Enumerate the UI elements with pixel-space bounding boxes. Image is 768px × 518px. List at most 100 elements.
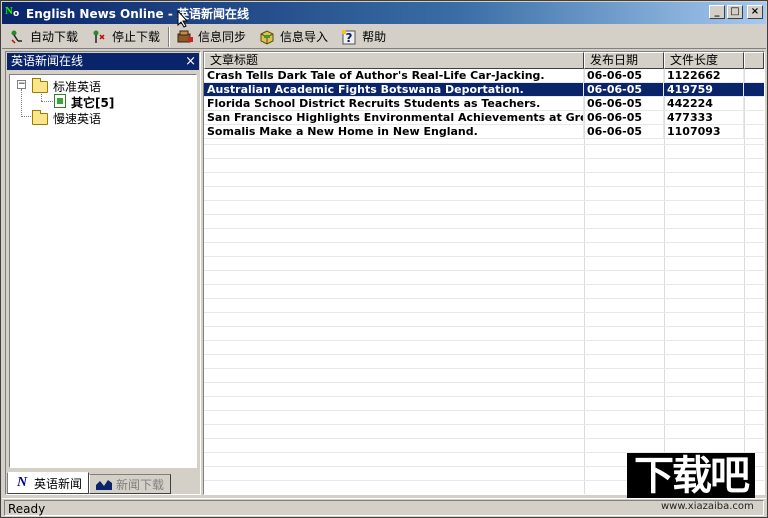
category-tree[interactable]: − 标准英语 其它[5] 慢速英语 (9, 74, 197, 468)
mouse-cursor-icon (177, 10, 189, 28)
close-button[interactable]: × (747, 5, 763, 19)
article-title: Florida School District Recruits Student… (204, 97, 584, 110)
article-date: 06-06-05 (584, 97, 664, 110)
grid-line (204, 144, 764, 145)
news-online-app-icon: No (5, 5, 20, 19)
sync-label: 信息同步 (198, 30, 247, 44)
article-size: 1107093 (664, 125, 744, 138)
stop-download-button[interactable]: 停止下载 (84, 26, 166, 48)
tab-english-news[interactable]: N 英语新闻 (7, 472, 90, 494)
folder-open-icon (32, 78, 48, 93)
category-panel-title: 英语新闻在线 (11, 54, 84, 68)
article-size: 1122662 (664, 69, 744, 82)
grid-line (204, 340, 764, 341)
status-bar: Ready (2, 498, 766, 516)
help-button[interactable]: ? 帮助 (334, 26, 392, 48)
tree-expander[interactable]: − (17, 80, 26, 89)
grid-line (204, 298, 764, 299)
article-date: 06-06-05 (584, 125, 664, 138)
article-date: 06-06-05 (584, 83, 664, 96)
maximize-button[interactable]: □ (727, 5, 743, 19)
help-label: 帮助 (362, 30, 387, 44)
toolbar: 自动下载 停止下载 信息同步 信息导入 ? 帮助 (2, 25, 766, 49)
tree-connector (21, 89, 22, 117)
grid-line (204, 312, 764, 313)
column-header-date[interactable]: 发布日期 (584, 52, 664, 69)
grid-line (204, 228, 764, 229)
article-size: 442224 (664, 97, 744, 110)
svg-text:?: ? (346, 31, 353, 45)
tab-english-news-label: 英语新闻 (34, 476, 83, 491)
panel-tabs: N 英语新闻 新闻下载 (7, 472, 199, 494)
n-logo-icon: N (16, 475, 28, 490)
list-rows: Crash Tells Dark Tale of Author's Real-L… (204, 69, 764, 139)
news-category-icon (54, 94, 66, 108)
table-row[interactable]: Crash Tells Dark Tale of Author's Real-L… (204, 69, 764, 83)
grid-line (204, 354, 764, 355)
grid-line (204, 256, 764, 257)
help-icon: ? (340, 28, 358, 46)
auto-download-button[interactable]: 自动下载 (2, 26, 84, 48)
column-header-size[interactable]: 文件长度 (664, 52, 744, 69)
grid-line (204, 186, 764, 187)
tree-item-slow-english[interactable]: 慢速英语 (53, 110, 101, 127)
table-row-selected[interactable]: Australian Academic Fights Botswana Depo… (204, 83, 764, 97)
window-controls: _ □ × (709, 5, 763, 19)
status-text: Ready (8, 502, 46, 516)
tree-item-standard-english[interactable]: 标准英语 (53, 78, 101, 95)
grid-line (204, 368, 764, 369)
sync-icon (176, 28, 194, 46)
tree-item-other[interactable]: 其它[5] (71, 94, 114, 111)
import-label: 信息导入 (280, 30, 329, 44)
auto-download-label: 自动下载 (30, 30, 79, 44)
grid-line (204, 396, 764, 397)
article-list[interactable]: 文章标题 发布日期 文件长度 Crash Tells Dark Tale of … (203, 51, 765, 495)
article-date: 06-06-05 (584, 69, 664, 82)
title-bar[interactable]: No English News Online - 英语新闻在线 _ □ × (2, 2, 766, 24)
article-title: Australian Academic Fights Botswana Depo… (204, 83, 584, 96)
article-date: 06-06-05 (584, 111, 664, 124)
grid-line (204, 326, 764, 327)
main-window: No English News Online - 英语新闻在线 _ □ × 自动… (0, 0, 768, 518)
category-panel: 英语新闻在线 × − 标准英语 其它[5] 慢速英语 N 英语新闻 新闻下载 (5, 51, 201, 495)
article-title: Somalis Make a New Home in New England. (204, 125, 584, 138)
article-title: Crash Tells Dark Tale of Author's Real-L… (204, 69, 584, 82)
grid-line (204, 242, 764, 243)
download-chart-icon (96, 477, 113, 491)
table-row[interactable]: Somalis Make a New Home in New England. … (204, 125, 764, 139)
grid-line (204, 270, 764, 271)
list-header: 文章标题 发布日期 文件长度 (204, 52, 764, 69)
grid-line (204, 410, 764, 411)
grid-line (204, 424, 764, 425)
tree-connector (41, 101, 53, 102)
tab-news-download-label: 新闻下载 (116, 477, 165, 492)
stop-download-icon (90, 28, 108, 46)
grid-line (204, 438, 764, 439)
table-row[interactable]: Florida School District Recruits Student… (204, 97, 764, 111)
article-size: 419759 (664, 83, 744, 96)
table-row[interactable]: San Francisco Highlights Environmental A… (204, 111, 764, 125)
tree-connector (21, 116, 31, 117)
category-panel-header: 英语新闻在线 × (7, 53, 199, 70)
article-title: San Francisco Highlights Environmental A… (204, 111, 584, 124)
auto-download-icon (8, 28, 26, 46)
import-icon (258, 28, 276, 46)
minimize-button[interactable]: _ (709, 5, 725, 19)
sync-button[interactable]: 信息同步 (170, 26, 252, 48)
grid-line (204, 284, 764, 285)
grid-line (204, 200, 764, 201)
article-size: 477333 (664, 111, 744, 124)
stop-download-label: 停止下载 (112, 30, 161, 44)
grid-line (204, 172, 764, 173)
grid-line (204, 214, 764, 215)
grid-line (204, 158, 764, 159)
watermark-logo: 下载吧 (627, 453, 755, 499)
status-field: Ready (4, 500, 764, 516)
tab-news-download[interactable]: 新闻下载 (89, 474, 172, 494)
import-button[interactable]: 信息导入 (252, 26, 334, 48)
folder-icon (32, 110, 48, 125)
column-header-filler (744, 52, 764, 69)
column-header-title[interactable]: 文章标题 (204, 52, 584, 69)
panel-close-icon[interactable]: × (185, 53, 196, 70)
window-title: English News Online - 英语新闻在线 (26, 6, 249, 21)
